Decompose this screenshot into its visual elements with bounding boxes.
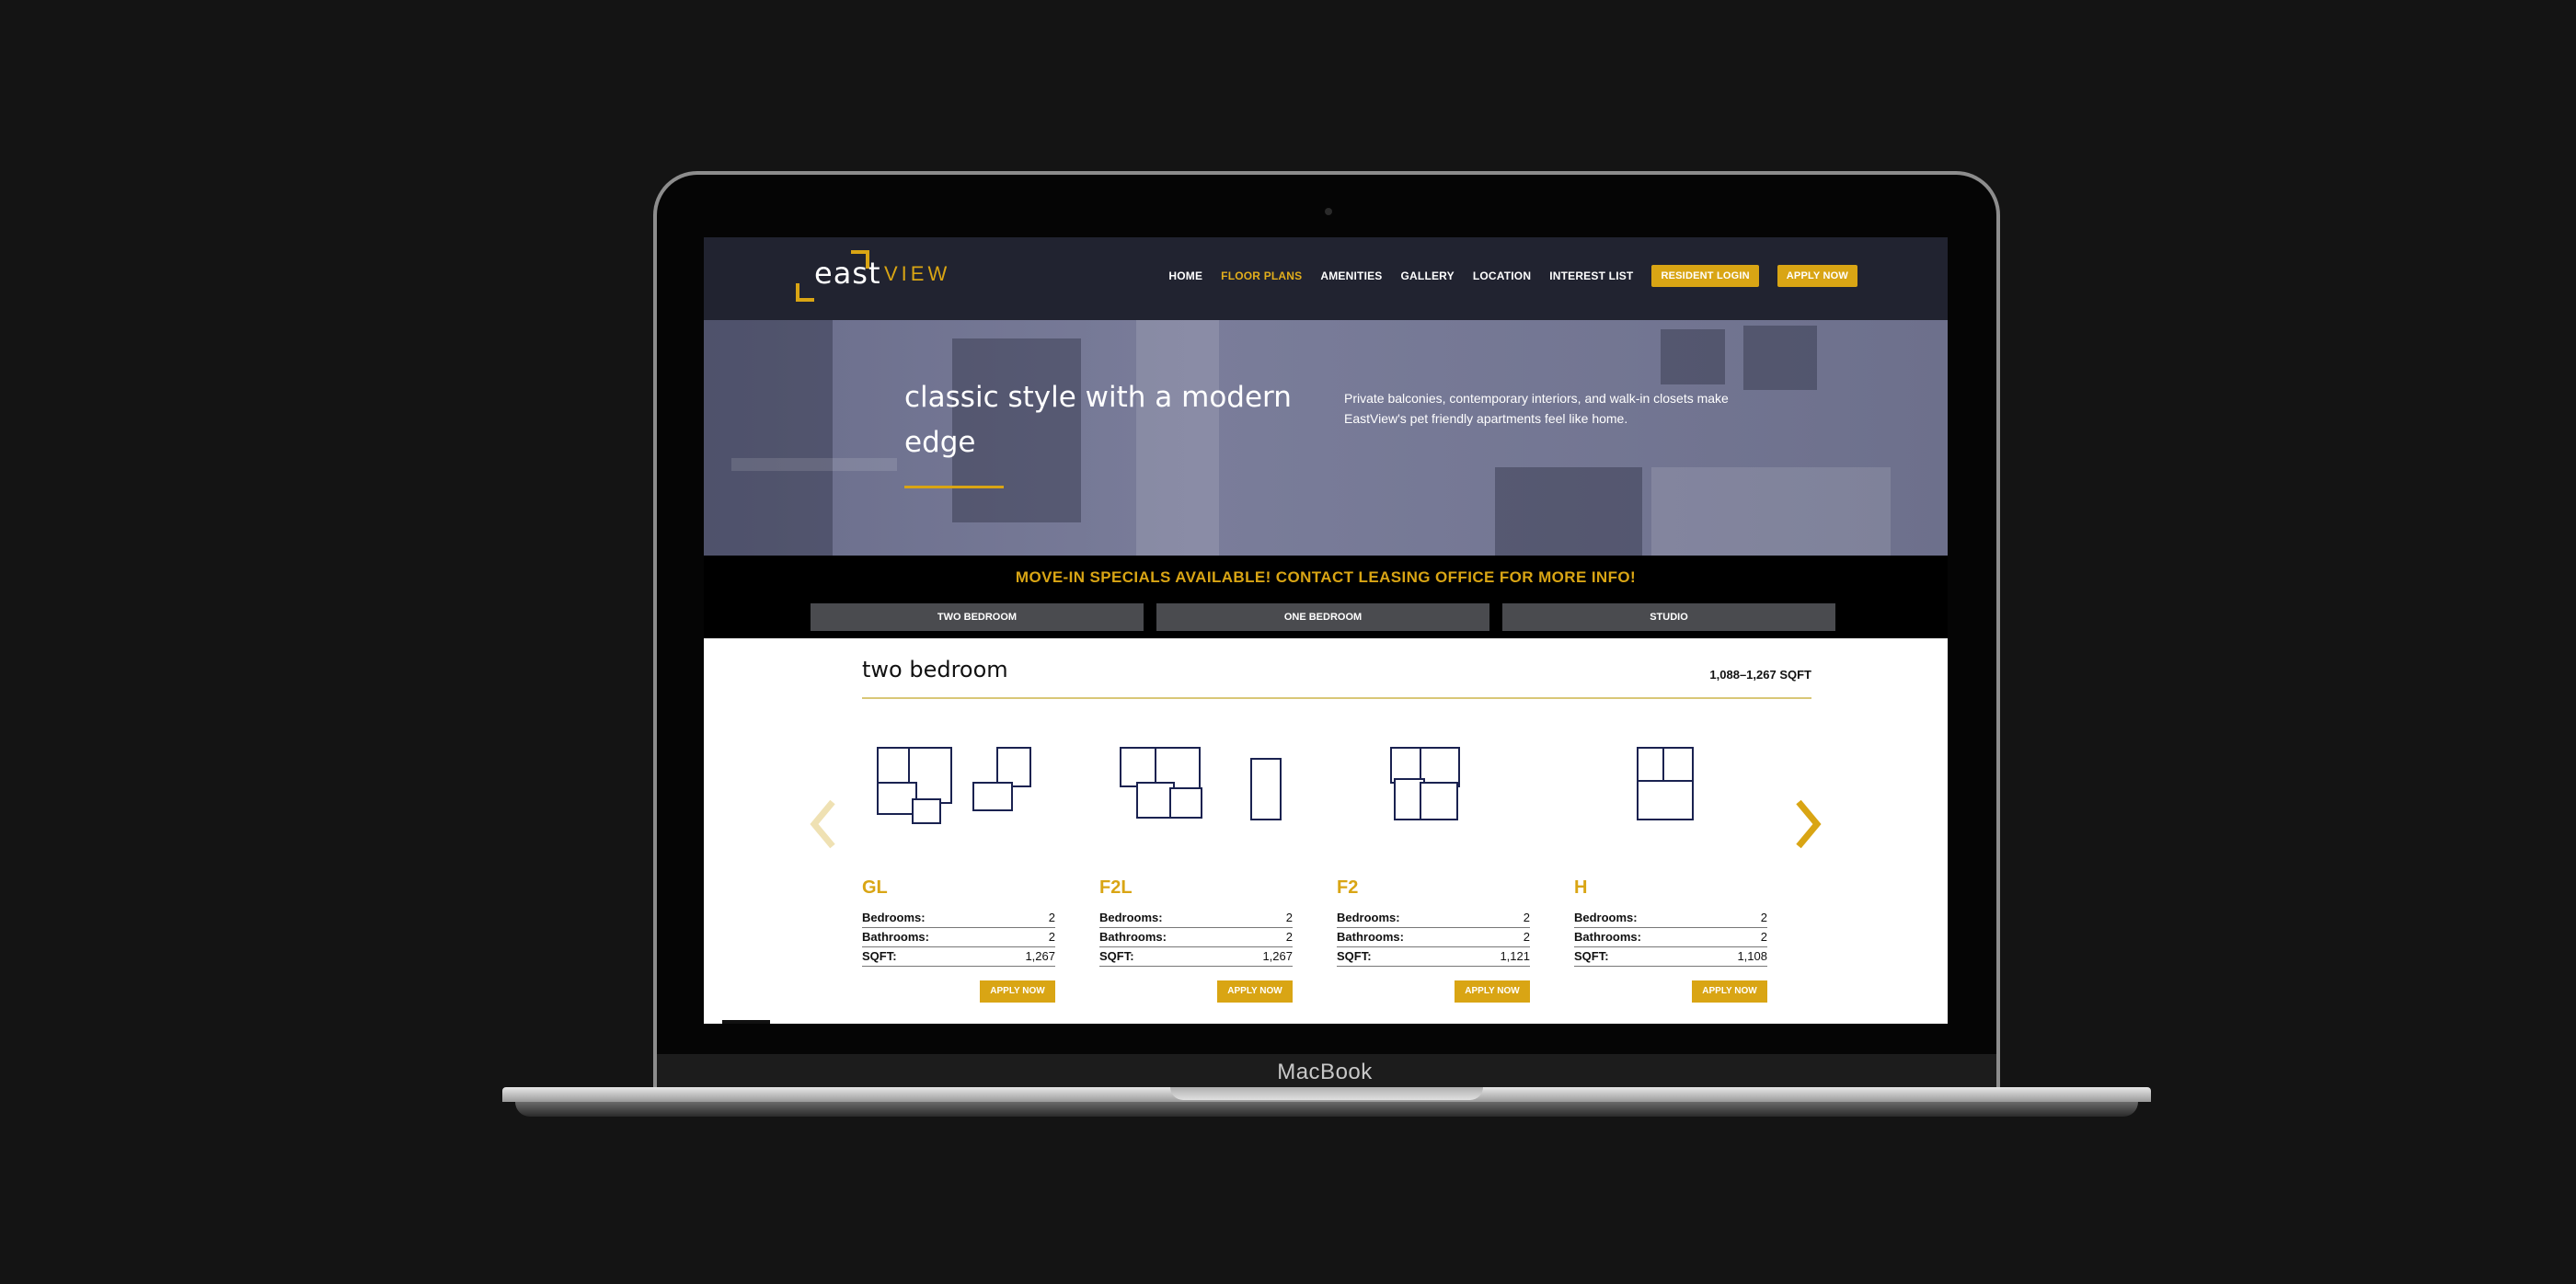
spec-value: 2: [1760, 911, 1767, 924]
spec-value: 1,108: [1737, 949, 1767, 963]
floor-plan-image[interactable]: [862, 739, 1055, 831]
spec-label: Bathrooms:: [1574, 930, 1641, 944]
hero-bg-shape: [731, 458, 897, 471]
sqft-range: 1,088–1,267 SQFT: [1709, 668, 1811, 682]
camera: [1325, 208, 1332, 215]
spec-bathrooms: Bathrooms: 2: [862, 928, 1055, 947]
spec-sqft: SQFT: 1,267: [862, 947, 1055, 967]
hero-bg-shape: [1743, 326, 1817, 390]
spec-value: 2: [1285, 911, 1293, 924]
spec-bathrooms: Bathrooms: 2: [1337, 928, 1530, 947]
spec-label: SQFT:: [1337, 949, 1372, 963]
spec-bathrooms: Bathrooms: 2: [1099, 928, 1293, 947]
laptop-opening-notch: [1170, 1087, 1483, 1100]
section-divider: [862, 697, 1811, 699]
plan-name: H: [1574, 877, 1588, 898]
fp-room: [912, 798, 941, 824]
promo-message: MOVE-IN SPECIALS AVAILABLE! CONTACT LEAS…: [1015, 568, 1637, 586]
spec-label: Bedrooms:: [862, 911, 926, 924]
spec-label: SQFT:: [1099, 949, 1134, 963]
logo-text-view: VIEW: [884, 262, 951, 285]
tab-one-bedroom[interactable]: ONE BEDROOM: [1156, 603, 1489, 631]
spec-bedrooms: Bedrooms: 2: [1574, 909, 1767, 928]
hero-banner: classic style with a modern edge Private…: [704, 320, 1948, 556]
nav-amenities[interactable]: AMENITIES: [1320, 269, 1382, 282]
fp-room: [972, 782, 1013, 811]
fp-room: [1169, 787, 1202, 819]
spec-label: Bedrooms:: [1574, 911, 1638, 924]
hero-description: Private balconies, contemporary interior…: [1344, 391, 1729, 426]
hero-bg-shape: [1495, 467, 1642, 556]
spec-sqft: SQFT: 1,121: [1337, 947, 1530, 967]
scroll-indicator: [722, 1020, 770, 1024]
plan-apply-button[interactable]: APPLY NOW: [1692, 980, 1767, 1003]
spec-bathrooms: Bathrooms: 2: [1574, 928, 1767, 947]
website-screen: east VIEW HOME FLOOR PLANS AMENITIES GAL…: [704, 237, 1948, 1024]
main-nav: HOME FLOOR PLANS AMENITIES GALLERY LOCAT…: [1168, 265, 1857, 287]
spec-value: 2: [1048, 911, 1055, 924]
fp-room: [1637, 780, 1694, 820]
hero-bg-shape: [704, 320, 833, 556]
spec-label: Bedrooms:: [1099, 911, 1163, 924]
spec-bedrooms: Bedrooms: 2: [862, 909, 1055, 928]
apply-now-button[interactable]: APPLY NOW: [1777, 265, 1857, 287]
plan-name: F2: [1337, 877, 1359, 898]
nav-interest-list[interactable]: INTEREST LIST: [1549, 269, 1633, 282]
floor-plans-section: two bedroom 1,088–1,267 SQFT GL Bedrooms…: [704, 638, 1948, 1024]
hero-title: classic style with a modern edge: [904, 381, 1292, 459]
nav-floor-plans[interactable]: FLOOR PLANS: [1221, 269, 1302, 282]
spec-label: SQFT:: [862, 949, 897, 963]
nav-location[interactable]: LOCATION: [1473, 269, 1531, 282]
floor-plan-tabs: TWO BEDROOM ONE BEDROOM STUDIO: [811, 603, 1835, 631]
spec-value: 1,121: [1500, 949, 1530, 963]
spec-label: Bathrooms:: [1099, 930, 1167, 944]
resident-login-button[interactable]: RESIDENT LOGIN: [1651, 265, 1759, 287]
laptop-brand-label: MacBook: [1277, 1060, 1373, 1084]
plan-name: GL: [862, 877, 888, 898]
spec-label: Bathrooms:: [1337, 930, 1404, 944]
logo-text-east: east: [814, 256, 881, 291]
spec-value: 1,267: [1025, 949, 1055, 963]
chevron-left-icon[interactable]: [805, 797, 842, 852]
fp-room: [1250, 758, 1282, 820]
spec-label: SQFT:: [1574, 949, 1609, 963]
promo-band: MOVE-IN SPECIALS AVAILABLE! CONTACT LEAS…: [704, 556, 1948, 638]
laptop-base-shadow: [515, 1102, 2138, 1117]
hero-bg-shape: [1651, 467, 1891, 556]
floor-plan-image[interactable]: [1574, 739, 1767, 831]
floor-plan-image[interactable]: [1099, 739, 1293, 831]
spec-bedrooms: Bedrooms: 2: [1099, 909, 1293, 928]
spec-value: 2: [1285, 930, 1293, 944]
tab-studio[interactable]: STUDIO: [1502, 603, 1835, 631]
spec-value: 1,267: [1262, 949, 1293, 963]
chevron-right-icon[interactable]: [1789, 797, 1826, 852]
spec-value: 2: [1760, 930, 1767, 944]
tab-two-bedroom[interactable]: TWO BEDROOM: [811, 603, 1144, 631]
plan-apply-button[interactable]: APPLY NOW: [1217, 980, 1293, 1003]
spec-label: Bathrooms:: [862, 930, 929, 944]
spec-sqft: SQFT: 1,108: [1574, 947, 1767, 967]
logo-bracket-bottom-left: [796, 283, 814, 302]
plan-name: F2L: [1099, 877, 1133, 898]
spec-value: 2: [1523, 930, 1530, 944]
spec-value: 2: [1048, 930, 1055, 944]
nav-gallery[interactable]: GALLERY: [1401, 269, 1455, 282]
spec-value: 2: [1523, 911, 1530, 924]
hero-title-underline: [904, 486, 1004, 488]
hero-bg-shape: [1661, 329, 1725, 384]
plan-apply-button[interactable]: APPLY NOW: [1455, 980, 1530, 1003]
fp-room: [1420, 782, 1458, 820]
section-title: two bedroom: [862, 657, 1008, 682]
site-header: east VIEW HOME FLOOR PLANS AMENITIES GAL…: [704, 237, 1948, 320]
spec-sqft: SQFT: 1,267: [1099, 947, 1293, 967]
spec-bedrooms: Bedrooms: 2: [1337, 909, 1530, 928]
floor-plan-image[interactable]: [1337, 739, 1530, 831]
nav-home[interactable]: HOME: [1168, 269, 1202, 282]
spec-label: Bedrooms:: [1337, 911, 1400, 924]
plan-apply-button[interactable]: APPLY NOW: [980, 980, 1055, 1003]
